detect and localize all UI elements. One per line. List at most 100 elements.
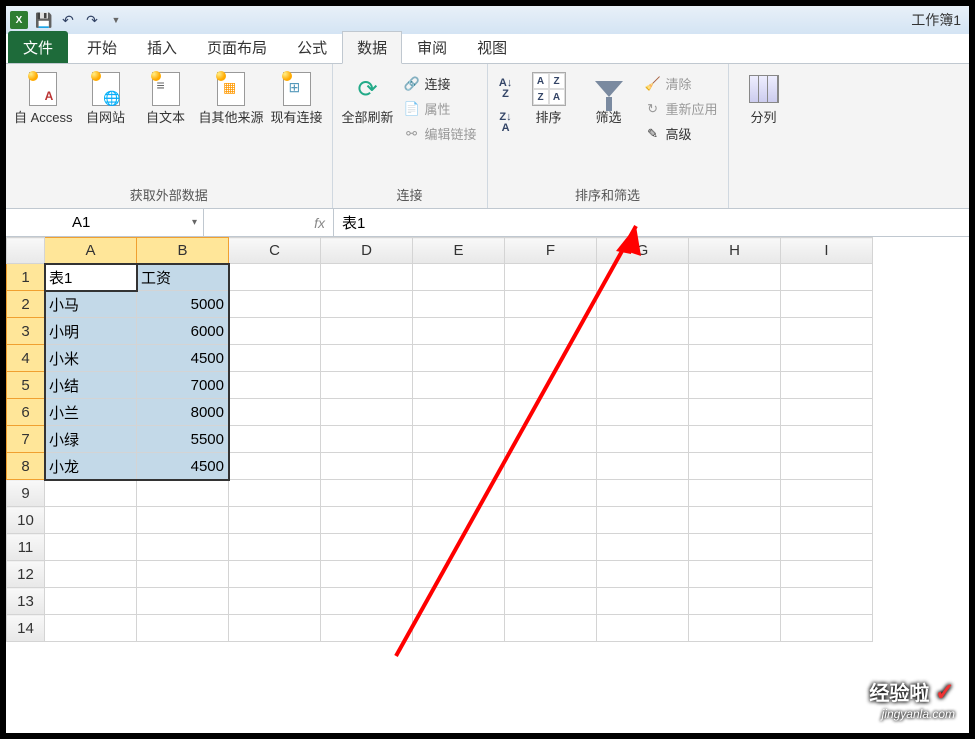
tab-layout[interactable]: 页面布局 [192, 31, 282, 63]
cell[interactable] [781, 534, 873, 561]
cell[interactable] [229, 615, 321, 642]
cell[interactable] [781, 453, 873, 480]
cell[interactable] [413, 615, 505, 642]
cell[interactable] [689, 372, 781, 399]
qat-dropdown-icon[interactable]: ▼ [105, 9, 127, 31]
cell[interactable] [229, 318, 321, 345]
cell[interactable] [137, 507, 229, 534]
cell[interactable] [597, 615, 689, 642]
tab-data[interactable]: 数据 [342, 31, 402, 64]
col-header-F[interactable]: F [505, 238, 597, 264]
row-header[interactable]: 9 [7, 480, 45, 507]
cell[interactable] [321, 534, 413, 561]
cell[interactable] [597, 291, 689, 318]
row-header[interactable]: 5 [7, 372, 45, 399]
redo-icon[interactable]: ↷ [81, 9, 103, 31]
col-header-D[interactable]: D [321, 238, 413, 264]
cell[interactable] [505, 480, 597, 507]
cell[interactable] [689, 534, 781, 561]
cell[interactable] [597, 588, 689, 615]
cell[interactable] [321, 318, 413, 345]
cell[interactable] [45, 507, 137, 534]
cell[interactable] [505, 507, 597, 534]
cell[interactable] [137, 561, 229, 588]
from-other-button[interactable]: 自其他来源 [197, 68, 266, 130]
name-box[interactable]: A1 [64, 209, 204, 236]
cell[interactable] [505, 453, 597, 480]
row-header[interactable]: 7 [7, 426, 45, 453]
row-header[interactable]: 11 [7, 534, 45, 561]
cell[interactable] [413, 264, 505, 291]
cell-B5[interactable]: 7000 [137, 372, 229, 399]
cell[interactable] [505, 345, 597, 372]
cell[interactable] [137, 480, 229, 507]
tab-view[interactable]: 视图 [462, 31, 522, 63]
cell-B2[interactable]: 5000 [137, 291, 229, 318]
save-icon[interactable]: 💾 [33, 9, 55, 31]
cell[interactable] [597, 561, 689, 588]
reapply-button[interactable]: ↻重新应用 [640, 97, 722, 120]
cell-A3[interactable]: 小明 [45, 318, 137, 345]
cell[interactable] [321, 615, 413, 642]
cell-A5[interactable]: 小结 [45, 372, 137, 399]
tab-file[interactable]: 文件 [8, 31, 68, 63]
cell[interactable] [229, 561, 321, 588]
connections-button[interactable]: 🔗连接 [399, 72, 481, 95]
formula-input[interactable]: 表1 [334, 209, 969, 236]
cell[interactable] [45, 534, 137, 561]
cell[interactable] [321, 372, 413, 399]
cell[interactable] [781, 318, 873, 345]
filter-button[interactable]: 筛选 [580, 68, 638, 130]
cell[interactable] [505, 372, 597, 399]
sort-desc-button[interactable]: Z↓A [494, 112, 518, 136]
cell[interactable] [505, 399, 597, 426]
cell[interactable] [229, 426, 321, 453]
cell[interactable] [597, 318, 689, 345]
cell-B3[interactable]: 6000 [137, 318, 229, 345]
cell[interactable] [597, 345, 689, 372]
row-header[interactable]: 2 [7, 291, 45, 318]
cell[interactable] [413, 399, 505, 426]
cell[interactable] [321, 453, 413, 480]
cell[interactable] [321, 588, 413, 615]
cell-A2[interactable]: 小马 [45, 291, 137, 318]
cell[interactable] [413, 588, 505, 615]
cell[interactable] [413, 372, 505, 399]
cell[interactable] [781, 615, 873, 642]
cell[interactable] [413, 291, 505, 318]
cell[interactable] [505, 426, 597, 453]
refresh-all-button[interactable]: ⟳ 全部刷新 [339, 68, 397, 130]
cell[interactable] [781, 480, 873, 507]
row-header[interactable]: 1 [7, 264, 45, 291]
col-header-C[interactable]: C [229, 238, 321, 264]
cell[interactable] [321, 426, 413, 453]
tab-formulas[interactable]: 公式 [282, 31, 342, 63]
cell[interactable] [413, 561, 505, 588]
cell[interactable] [413, 507, 505, 534]
cell-A4[interactable]: 小米 [45, 345, 137, 372]
cell[interactable] [689, 426, 781, 453]
cell[interactable] [321, 345, 413, 372]
col-header-H[interactable]: H [689, 238, 781, 264]
cell[interactable] [229, 264, 321, 291]
cell[interactable] [321, 561, 413, 588]
cell[interactable] [229, 399, 321, 426]
cell[interactable] [689, 291, 781, 318]
cell-B6[interactable]: 8000 [137, 399, 229, 426]
sort-button[interactable]: AZZA 排序 [520, 68, 578, 130]
cell[interactable] [137, 534, 229, 561]
cell[interactable] [597, 399, 689, 426]
cell[interactable] [597, 453, 689, 480]
col-header-B[interactable]: B [137, 238, 229, 264]
cell[interactable] [505, 318, 597, 345]
cell[interactable] [229, 345, 321, 372]
properties-button[interactable]: 📄属性 [399, 97, 481, 120]
col-header-E[interactable]: E [413, 238, 505, 264]
row-header[interactable]: 12 [7, 561, 45, 588]
cell[interactable] [781, 588, 873, 615]
row-header[interactable]: 13 [7, 588, 45, 615]
cell[interactable] [505, 264, 597, 291]
text-to-columns-button[interactable]: 分列 [735, 68, 793, 130]
cell-A1[interactable]: 表1 [45, 264, 137, 291]
row-header[interactable]: 10 [7, 507, 45, 534]
